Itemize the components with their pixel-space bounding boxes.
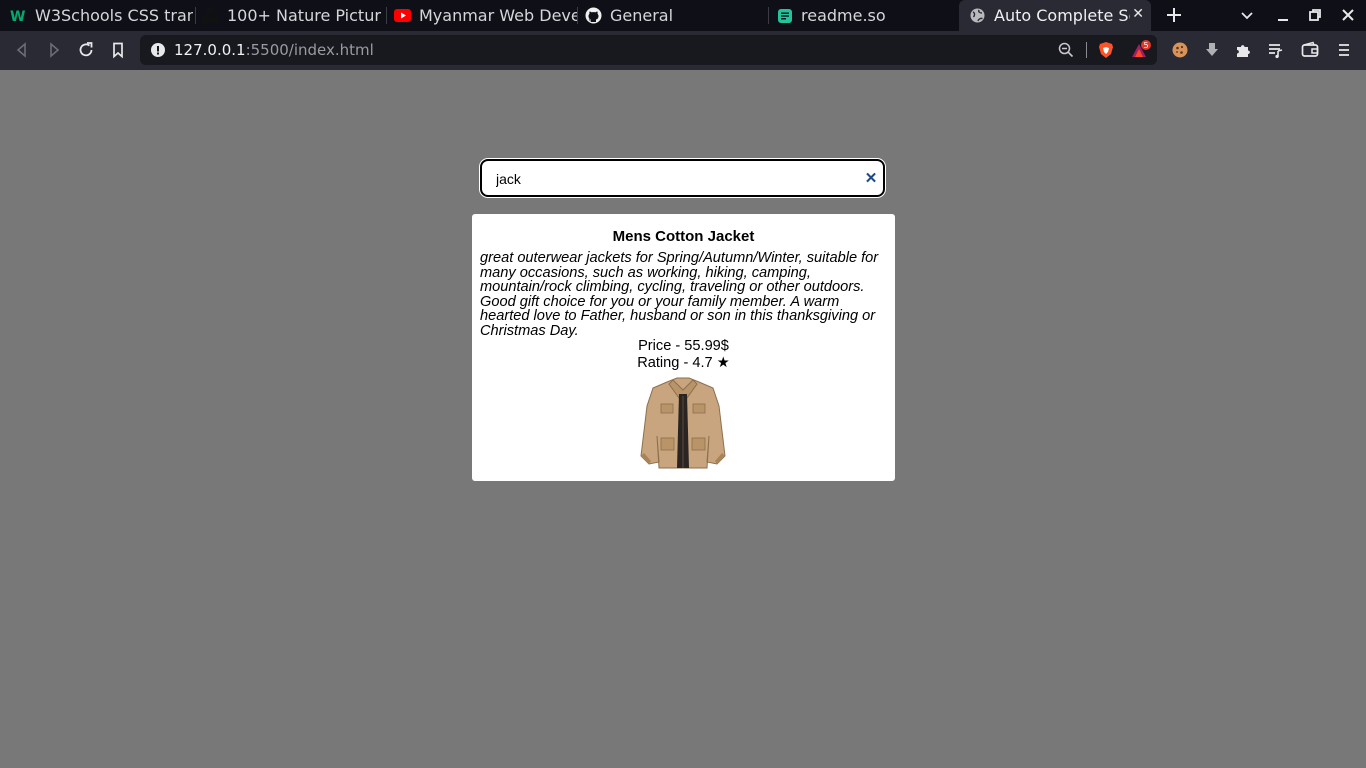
- github-icon: [585, 7, 602, 24]
- forward-icon[interactable]: [44, 40, 64, 60]
- search-box: ✕: [480, 159, 885, 197]
- tab-title: General: [610, 6, 674, 25]
- minimize-icon[interactable]: [1273, 5, 1293, 25]
- url-path: :5500/index.html: [245, 41, 374, 59]
- zoom-out-icon[interactable]: [1058, 42, 1074, 58]
- tab-strip: W W3Schools CSS tran 100+ Nature Pictur …: [0, 0, 1366, 31]
- product-image: [637, 376, 729, 471]
- site-info-icon[interactable]: [150, 42, 166, 58]
- divider: [1086, 42, 1087, 58]
- tab-github-general[interactable]: General: [575, 0, 768, 31]
- tab-title: Myanmar Web Deve: [419, 6, 577, 25]
- tab-title: W3Schools CSS tran: [35, 6, 193, 25]
- wallet-icon[interactable]: [1300, 40, 1320, 60]
- product-title: Mens Cotton Jacket: [612, 228, 755, 245]
- tab-myanmar-web-dev[interactable]: Myanmar Web Deve: [384, 0, 577, 31]
- url-host: 127.0.0.1: [174, 41, 246, 59]
- close-window-icon[interactable]: [1338, 5, 1358, 25]
- youtube-icon: [394, 7, 411, 24]
- search-input[interactable]: [496, 167, 846, 191]
- clear-search-icon[interactable]: ✕: [863, 170, 879, 187]
- download-extension-icon[interactable]: [1202, 40, 1222, 60]
- rewards-badge-count: 5: [1143, 41, 1148, 50]
- back-icon[interactable]: [12, 40, 32, 60]
- tab-title: 100+ Nature Pictur: [227, 6, 381, 25]
- product-rating: Rating - 4.7 ★: [637, 355, 730, 371]
- tab-title: Auto Complete Se: [994, 6, 1130, 25]
- restore-icon[interactable]: [1305, 5, 1325, 25]
- playlist-icon[interactable]: [1266, 40, 1286, 60]
- unsplash-icon: [202, 7, 219, 24]
- product-description: great outerwear jackets for Spring/Autum…: [480, 250, 879, 339]
- tab-readme-so[interactable]: readme.so: [766, 0, 959, 31]
- cookie-extension-icon[interactable]: [1170, 40, 1190, 60]
- new-tab-icon[interactable]: [1163, 4, 1185, 26]
- svg-text:W: W: [10, 9, 25, 24]
- tab-list-chevron-down-icon[interactable]: [1237, 5, 1257, 25]
- brave-shields-icon[interactable]: [1097, 41, 1115, 59]
- address-bar[interactable]: 127.0.0.1:5500/index.html 5: [140, 35, 1157, 65]
- tab-auto-complete-search[interactable]: Auto Complete Se ✕: [959, 0, 1151, 31]
- reload-icon[interactable]: [76, 40, 96, 60]
- readme-icon: [776, 7, 793, 24]
- product-price: Price - 55.99$: [638, 338, 729, 354]
- search-result-card[interactable]: Mens Cotton Jacket great outerwear jacke…: [472, 214, 895, 481]
- tab-title: readme.so: [801, 6, 886, 25]
- tab-w3schools[interactable]: W W3Schools CSS tran: [0, 0, 193, 31]
- brave-rewards-icon[interactable]: 5: [1130, 40, 1152, 60]
- bookmark-icon[interactable]: [108, 40, 128, 60]
- tab-nature-pictures[interactable]: 100+ Nature Pictur: [192, 0, 385, 31]
- w3schools-icon: W: [10, 7, 27, 24]
- extensions-puzzle-icon[interactable]: [1234, 40, 1254, 60]
- close-tab-icon[interactable]: ✕: [1132, 6, 1144, 22]
- main-menu-icon[interactable]: [1334, 40, 1354, 60]
- globe-icon: [969, 7, 986, 24]
- browser-toolbar: 127.0.0.1:5500/index.html 5: [0, 31, 1366, 70]
- url-text[interactable]: 127.0.0.1:5500/index.html: [174, 41, 374, 59]
